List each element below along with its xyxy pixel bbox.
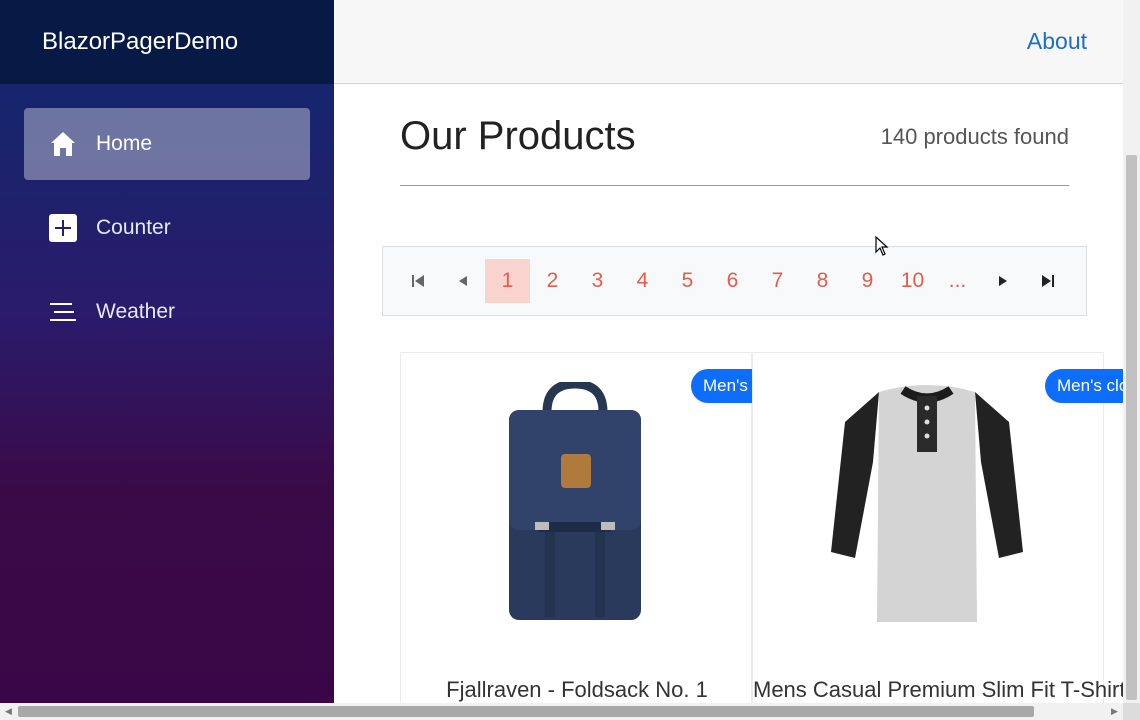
last-page-button[interactable]: [1025, 259, 1070, 303]
main-content: Our Products 140 products found 1 2 3 4 …: [334, 84, 1123, 703]
caret-left-icon: [458, 276, 467, 286]
scrollbar-corner: [1123, 703, 1140, 720]
page-button-7[interactable]: 7: [755, 259, 800, 303]
vertical-scrollbar[interactable]: [1123, 0, 1140, 703]
scroll-right-icon[interactable]: ▶: [1106, 703, 1123, 720]
divider: [400, 185, 1069, 186]
page-button-2[interactable]: 2: [530, 259, 575, 303]
product-title[interactable]: Fjallraven - Foldsack No. 1: [401, 677, 753, 703]
mouse-cursor-icon: [875, 236, 889, 256]
previous-page-button[interactable]: [440, 259, 485, 303]
sidebar-item-home[interactable]: Home: [24, 108, 310, 180]
list-lines-icon: [48, 297, 78, 327]
page-ellipsis-button[interactable]: ...: [935, 259, 980, 303]
page-button-6[interactable]: 6: [710, 259, 755, 303]
home-icon: [48, 129, 78, 159]
brand-link[interactable]: BlazorPagerDemo: [42, 28, 238, 56]
scroll-left-icon[interactable]: ◀: [0, 703, 17, 720]
sidebar-item-label: Home: [96, 132, 153, 155]
brand-bar: BlazorPagerDemo: [0, 0, 334, 84]
pager: 1 2 3 4 5 6 7 8 9 10 ...: [382, 246, 1087, 316]
about-link[interactable]: About: [1027, 28, 1087, 55]
page-button-9[interactable]: 9: [845, 259, 890, 303]
horizontal-scroll-thumb[interactable]: [18, 706, 1034, 717]
sidebar-item-weather[interactable]: Weather: [24, 276, 310, 348]
sidebar-item-counter[interactable]: Counter: [24, 192, 310, 264]
page-button-10[interactable]: 10: [890, 259, 935, 303]
product-card[interactable]: Men's clothing Mens Casual Premium Slim …: [752, 352, 1123, 703]
nav-menu: Home Counter Weather: [0, 84, 334, 348]
last-page-icon: [1041, 275, 1054, 287]
page-title: Our Products: [400, 114, 636, 158]
top-row: About: [334, 0, 1123, 84]
product-title[interactable]: Mens Casual Premium Slim Fit T-Shirts: [753, 677, 1123, 703]
sidebar: BlazorPagerDemo Home Counter Weather: [0, 0, 334, 703]
page-button-8[interactable]: 8: [800, 259, 845, 303]
product-card[interactable]: Men's clothing Fjallraven - Foldsack No.…: [400, 352, 824, 703]
first-page-icon: [411, 275, 424, 287]
caret-right-icon: [998, 276, 1007, 286]
next-page-button[interactable]: [980, 259, 1025, 303]
sidebar-item-label: Counter: [96, 216, 171, 239]
category-badge: Men's clothing: [1045, 369, 1123, 403]
horizontal-scrollbar[interactable]: ◀ ▶: [0, 703, 1123, 720]
page-button-1[interactable]: 1: [485, 259, 530, 303]
product-image: [415, 377, 735, 637]
product-count: 140 products found: [880, 124, 1069, 149]
product-image: [767, 377, 1087, 637]
vertical-scroll-thumb[interactable]: [1126, 155, 1137, 700]
page-button-5[interactable]: 5: [665, 259, 710, 303]
page-button-3[interactable]: 3: [575, 259, 620, 303]
plus-square-icon: [48, 213, 78, 243]
page-button-4[interactable]: 4: [620, 259, 665, 303]
sidebar-item-label: Weather: [96, 300, 175, 323]
first-page-button[interactable]: [395, 259, 440, 303]
